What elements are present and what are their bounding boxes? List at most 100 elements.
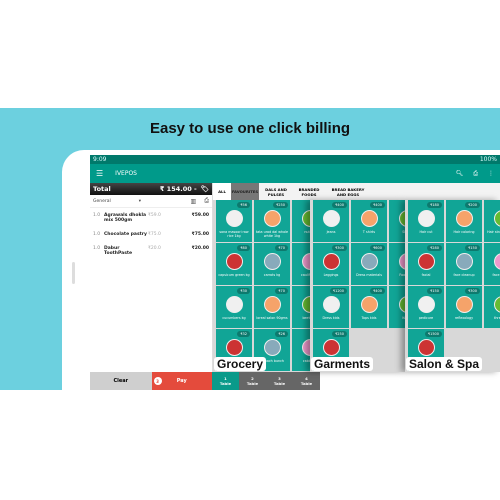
print-icon[interactable]: ⎙ — [204, 197, 209, 205]
total-amount: ₹ 154.00 - — [159, 185, 197, 193]
product-image — [418, 296, 435, 313]
product-tile[interactable]: ₹300 Leggings — [313, 243, 349, 285]
tab-branded-foods[interactable]: BRANDED FOODS — [293, 183, 325, 200]
table-label: Table — [273, 381, 286, 386]
table-label: Table — [300, 381, 313, 386]
product-image — [494, 210, 500, 227]
product-tile[interactable]: ₹1200 Dress kids — [313, 286, 349, 328]
item-unit: ₹75.0 — [148, 232, 161, 237]
product-price: ₹200 — [465, 202, 480, 208]
order-line-item[interactable]: 1.0 Chocolate pastry ₹75.0 ₹75.00 — [90, 227, 212, 241]
product-image — [361, 296, 378, 313]
product-tile[interactable]: ₹280 facial — [408, 243, 444, 285]
tab-favourites[interactable]: FAVOURITES — [231, 183, 259, 200]
product-tile[interactable]: ₹250 tata urad dal whole white 1kg — [254, 200, 290, 242]
order-line-item[interactable]: 1.0 Agrawals dhokla mix 500gm ₹59.0 ₹59.00 — [90, 208, 212, 227]
bottom-bar: Clear 3 Pay 1 Table 2 Table 3 Table 4 Table — [90, 372, 320, 390]
table-button[interactable]: 2 Table — [239, 372, 266, 390]
product-image — [226, 210, 243, 227]
product-image — [418, 253, 435, 270]
product-tile[interactable]: ₹80 capsicum green kg — [216, 243, 252, 285]
panel-label: Salon & Spa — [406, 357, 483, 371]
product-price: ₹250 — [273, 202, 288, 208]
product-price: ₹80 — [237, 245, 250, 251]
printer-icon[interactable]: ⎙ — [473, 170, 478, 178]
product-tile[interactable]: threading — [484, 286, 500, 328]
product-tile[interactable]: ₹400 Tops kids — [351, 286, 387, 328]
clock: 9:09 — [93, 156, 107, 163]
item-name: Chocolate pastry — [104, 232, 147, 237]
product-tile[interactable]: ₹150 pedicure — [408, 286, 444, 328]
product-price: ₹150 — [427, 288, 442, 294]
item-total: ₹20.00 — [191, 246, 209, 251]
product-name: Hair straightening — [487, 230, 500, 234]
category-select[interactable]: General ▾ ▥ ⎙ — [90, 195, 212, 208]
total-label: Total — [93, 185, 111, 193]
product-name: face cleanup — [453, 273, 475, 277]
product-price: ₹1200 — [329, 288, 347, 294]
product-name: face bleach — [492, 273, 500, 277]
item-qty: 1.0 — [93, 232, 101, 237]
item-qty: 1.0 — [93, 213, 101, 218]
product-tile[interactable]: ₹70 carrots kg — [254, 243, 290, 285]
table-button[interactable]: 1 Table — [212, 372, 239, 390]
product-price: ₹56 — [237, 202, 250, 208]
tag-icon[interactable]: 🏷︎ — [201, 185, 209, 193]
product-tile[interactable]: face bleach — [484, 243, 500, 285]
order-panel: Total ₹ 154.00 - 🏷︎ General ▾ ▥ ⎙ 1.0 Agraw… — [90, 183, 213, 372]
product-tile[interactable]: ₹70 loreal salon 90gms — [254, 286, 290, 328]
tab-dals-and-pulses[interactable]: DALS AND PULSES — [259, 183, 293, 200]
headline: Easy to use one click billing — [149, 120, 351, 137]
order-line-item[interactable]: 1.0 Dabur ToothPaste ₹20.0 ₹20.00 — [90, 241, 212, 260]
home-button — [72, 262, 75, 284]
menu-icon[interactable]: ☰ — [96, 169, 103, 178]
product-tile[interactable]: ₹56 sona masoori raw rice 1kg — [216, 200, 252, 242]
clear-button[interactable]: Clear — [90, 372, 152, 390]
product-name: Hair coloring — [453, 230, 475, 234]
more-icon[interactable]: ⋮ — [488, 170, 494, 177]
product-image — [226, 253, 243, 270]
product-image — [456, 210, 473, 227]
panel-salon-spa: ₹180 Hair cut ₹200 Hair coloring Hair straig… — [405, 200, 500, 372]
item-qty: 1.0 — [93, 246, 101, 251]
product-name: Shirts — [402, 230, 405, 234]
product-image — [494, 253, 500, 270]
tab-bread-bakery-and-eggs[interactable]: BREAD BAKERY AND EGGS — [325, 183, 371, 200]
product-price: ₹300 — [465, 288, 480, 294]
product-tile[interactable]: ₹200 Hair coloring — [446, 200, 482, 242]
table-button[interactable]: 3 Table — [266, 372, 293, 390]
panel-label: Grocery — [214, 357, 267, 371]
product-image — [456, 296, 473, 313]
search-icon[interactable]: 🔍︎ — [456, 170, 464, 177]
product-price: ₹1500 — [424, 331, 442, 337]
barcode-icon[interactable]: ▥ — [191, 198, 197, 205]
product-image — [264, 339, 281, 356]
product-tile[interactable]: Hair straightening — [484, 200, 500, 242]
product-image — [323, 253, 340, 270]
product-price: ₹280 — [427, 245, 442, 251]
product-tile[interactable]: ₹300 reflexology — [446, 286, 482, 328]
product-tile[interactable]: ₹30 cucumbers kg — [216, 286, 252, 328]
table-button[interactable]: 4 Table — [293, 372, 320, 390]
product-price: ₹300 — [332, 245, 347, 251]
item-name: Dabur ToothPaste — [104, 246, 133, 256]
product-tile[interactable]: ₹180 Hair cut — [408, 200, 444, 242]
product-name: Hair cut — [419, 230, 433, 234]
product-tile[interactable]: Footwear — [389, 243, 405, 285]
product-name: loreal salon 90gms — [256, 316, 288, 320]
product-price: ₹400 — [370, 202, 385, 208]
product-name: tata urad dal whole white 1kg — [255, 230, 289, 238]
product-tile[interactable]: Kurtis — [389, 286, 405, 328]
pay-button[interactable]: 3 Pay — [151, 372, 212, 390]
status-bar: 9:09 100% — [90, 155, 500, 164]
table-label: Table — [219, 381, 232, 386]
product-tile[interactable]: ₹400 Jeans — [313, 200, 349, 242]
product-price: ₹180 — [427, 202, 442, 208]
product-tile[interactable]: ₹400 T shirts — [351, 200, 387, 242]
pay-label: Pay — [176, 378, 187, 384]
tab-all[interactable]: ALL — [213, 183, 231, 200]
product-tile[interactable]: ₹600 Dress materials — [351, 243, 387, 285]
product-tile[interactable]: ₹150 face cleanup — [446, 243, 482, 285]
product-tile[interactable]: Shirts — [389, 200, 405, 242]
item-unit: ₹59.0 — [148, 213, 161, 218]
